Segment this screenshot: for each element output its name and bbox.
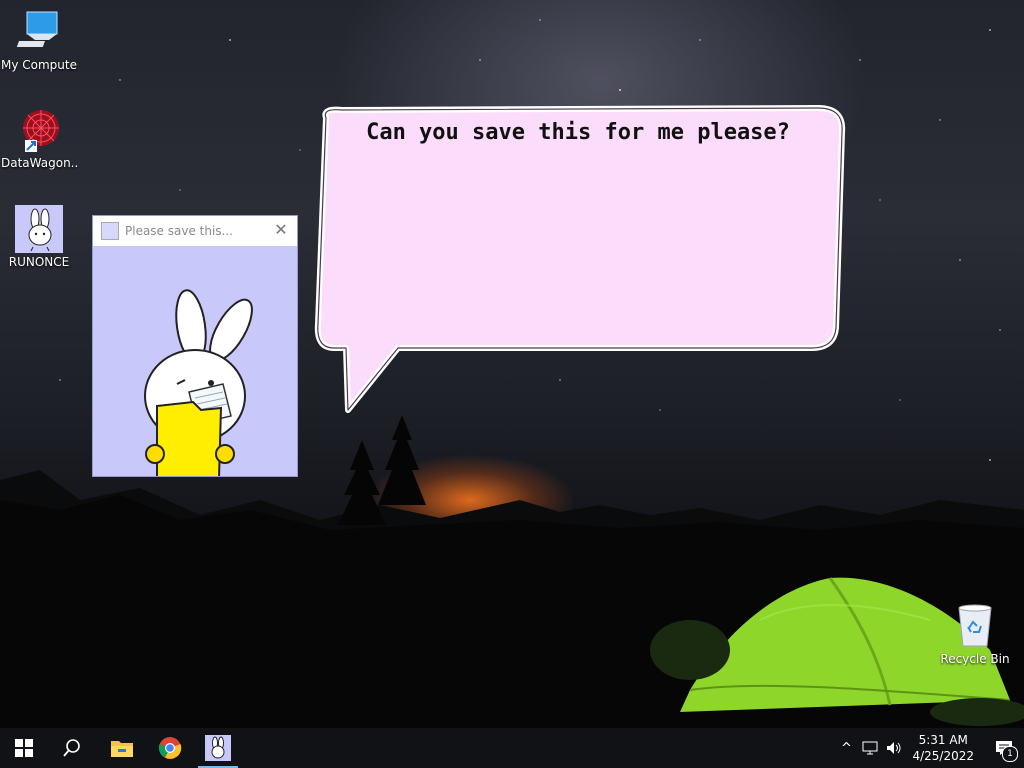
notification-count-badge: 1 [1002,746,1018,762]
bunny-icon [15,205,63,253]
windows-logo-icon [15,739,33,757]
please-save-window[interactable]: Please save this... ✕ [93,216,297,485]
datawagon-icon [15,106,63,154]
notifications-button[interactable]: 1 [984,728,1024,768]
datawagon-shortcut[interactable]: DataWagon... [1,106,77,170]
window-titlebar[interactable]: Please save this... ✕ [93,216,297,246]
bunny-app-icon [101,222,119,240]
start-button[interactable] [0,728,48,768]
taskbar: ^ 5:31 AM 4/25/2022 1 [0,728,1024,768]
window-title: Please save this... [125,224,233,238]
runonce-shortcut[interactable]: RUNONCE [1,205,77,269]
recycle-bin-label: Recycle Bin [940,652,1010,666]
recycle-bin-icon [951,602,999,650]
bunny-holding-folder-illustration [144,289,253,485]
my-computer-label: My Computer [1,58,77,72]
volume-icon[interactable] [882,728,906,768]
network-icon[interactable] [858,728,882,768]
file-explorer-button[interactable] [98,728,146,768]
show-hidden-icons-chevron[interactable]: ^ [834,728,858,768]
runonce-bunny-icon [205,735,231,761]
file-explorer-icon [111,741,133,757]
search-icon [63,739,80,757]
speech-bubble [314,105,846,413]
clock[interactable]: 5:31 AM 4/25/2022 [912,732,974,764]
chrome-icon [158,737,182,759]
my-computer-shortcut[interactable]: My Computer [1,8,77,72]
search-button[interactable] [48,728,96,768]
clock-date: 4/25/2022 [912,749,974,763]
clock-time: 5:31 AM [918,733,968,747]
close-button[interactable]: ✕ [273,222,289,238]
runonce-label: RUNONCE [8,255,70,269]
monitor-icon [15,8,63,56]
recycle-bin-shortcut[interactable]: Recycle Bin [937,602,1013,666]
runonce-taskbar-button[interactable] [194,728,242,768]
system-tray: ^ 5:31 AM 4/25/2022 1 [834,728,1024,768]
speech-bubble-text: Can you save this for me please? [366,120,790,145]
chrome-button[interactable] [146,728,194,768]
datawagon-label: DataWagon... [1,156,77,170]
desktop-wallpaper: My Computer DataWagon... RUNONCE Recycle… [0,0,1024,728]
